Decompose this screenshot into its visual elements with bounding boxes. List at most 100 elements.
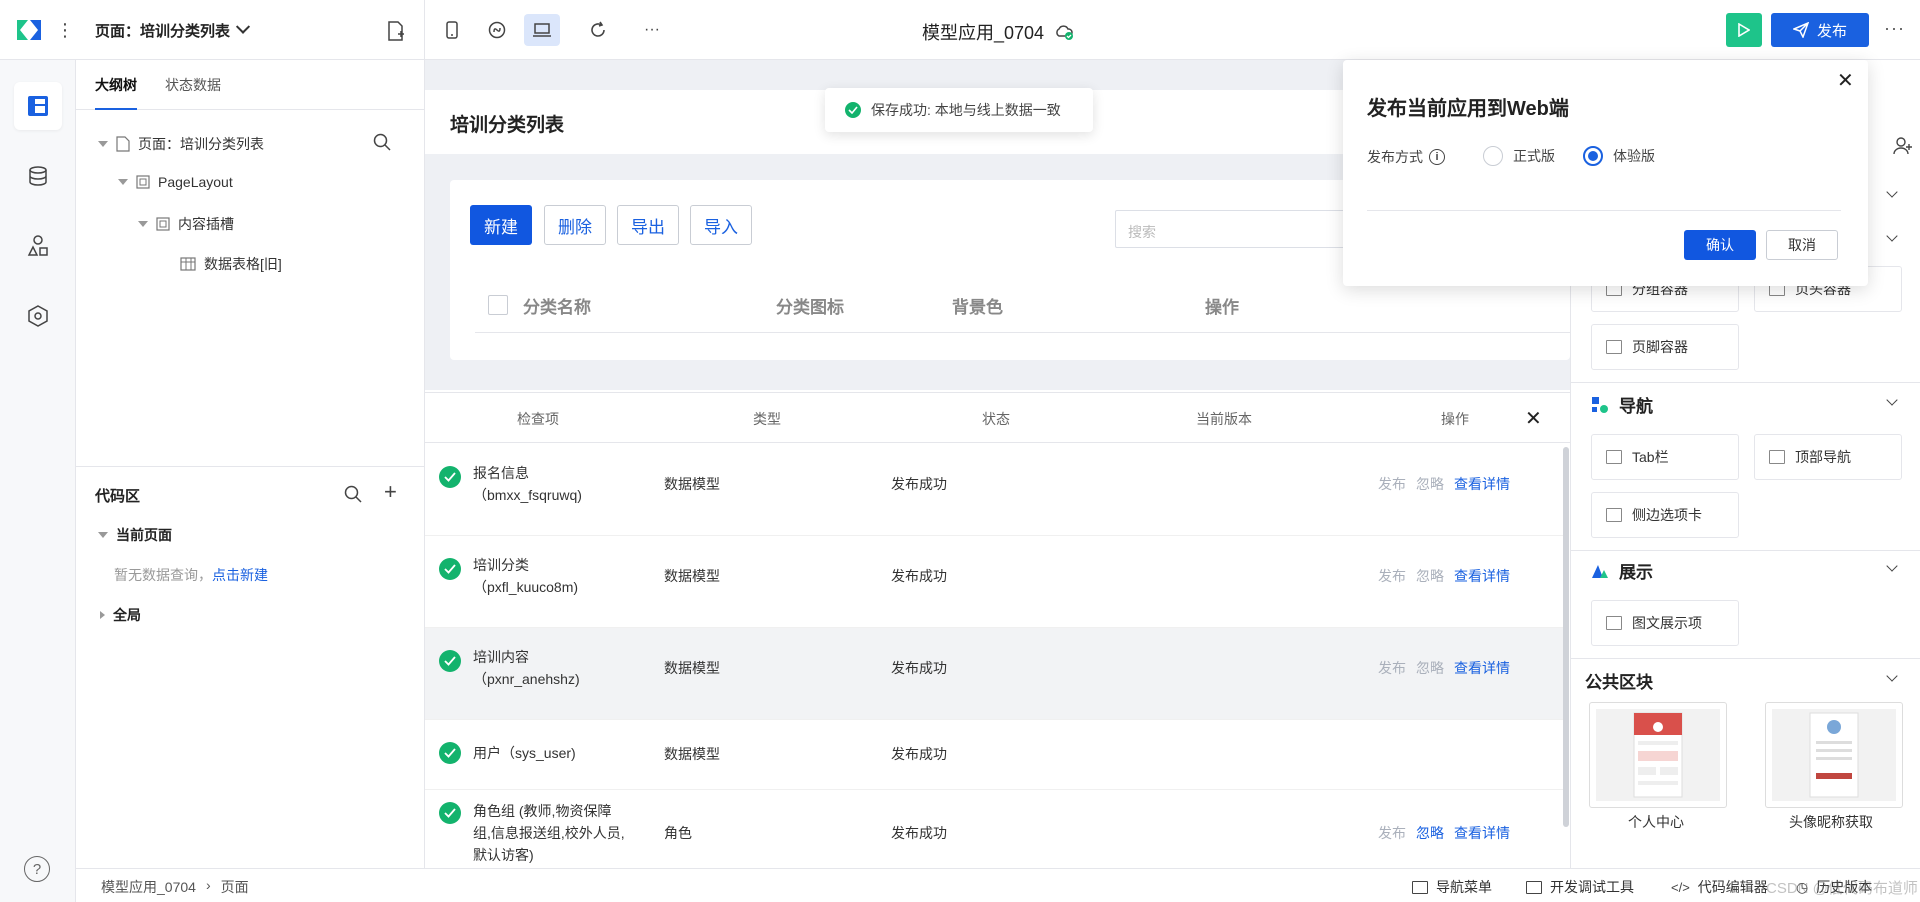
miniprogram-view-button[interactable]	[479, 14, 515, 46]
component-side-tabs[interactable]: 侧边选项卡	[1591, 492, 1739, 538]
tab-outline-tree[interactable]: 大纲树	[95, 60, 137, 110]
global-group[interactable]: 全局	[100, 605, 141, 625]
desktop-icon	[533, 23, 551, 37]
view-details-link[interactable]: 查看详情	[1454, 566, 1510, 586]
component-image-text-item[interactable]: 图文展示项	[1591, 600, 1739, 646]
ignore-action[interactable]: 忽略	[1416, 823, 1444, 843]
close-icon[interactable]: ✕	[1525, 406, 1542, 431]
create-query-link[interactable]: 点击新建	[212, 567, 268, 583]
current-page-group[interactable]: 当前页面	[98, 525, 172, 545]
import-button[interactable]: 导入	[690, 205, 752, 245]
publish-label: 发布	[1816, 22, 1847, 40]
tree-node-page[interactable]: 页面：培训分类列表	[98, 134, 264, 154]
view-details-link[interactable]: 查看详情	[1454, 823, 1510, 843]
export-button[interactable]: 导出	[617, 205, 679, 245]
block-avatar-nickname[interactable]	[1765, 702, 1903, 808]
user-group-icon[interactable]	[1893, 136, 1913, 156]
create-button[interactable]: 新建	[470, 205, 532, 245]
navigation-icon	[1592, 396, 1608, 413]
publish-action[interactable]: 发布	[1378, 566, 1406, 586]
search-icon[interactable]	[344, 485, 362, 503]
component-tab-bar[interactable]: Tab栏	[1591, 434, 1739, 480]
refresh-button[interactable]	[580, 14, 616, 46]
dialog-title: 发布当前应用到Web端	[1367, 98, 1569, 120]
chevron-down-icon[interactable]	[1886, 670, 1898, 682]
image-text-icon	[1606, 616, 1622, 630]
ignore-action[interactable]: 忽略	[1416, 566, 1444, 586]
ignore-action[interactable]: 忽略	[1416, 474, 1444, 494]
mobile-view-button[interactable]	[434, 14, 470, 46]
outline-nav-button[interactable]	[14, 82, 62, 130]
app-menu-icon[interactable]: ⋮	[56, 18, 74, 42]
chevron-down-icon[interactable]	[1886, 560, 1898, 572]
tree-node-pagelayout[interactable]: PageLayout	[118, 174, 233, 190]
radio-release[interactable]: 正式版	[1483, 146, 1555, 166]
breadcrumb-app[interactable]: 模型应用_0704	[101, 877, 196, 897]
publish-check-panel: 检查项 类型 状态 当前版本 操作 ✕ 报名信息 （bmxx_fsqruwq) …	[425, 392, 1570, 868]
divider	[424, 0, 425, 60]
row-actions: 发布 忽略 查看详情	[1378, 474, 1510, 494]
chevron-down-icon[interactable]	[1886, 394, 1898, 406]
publish-action[interactable]: 发布	[1378, 474, 1406, 494]
tree-node-label: 页面：培训分类列表	[138, 136, 264, 152]
page-selector[interactable]: 页面：培训分类列表	[95, 19, 251, 41]
add-icon[interactable]: +	[384, 479, 397, 505]
more-icon[interactable]: ···	[634, 14, 670, 46]
cancel-button[interactable]: 取消	[1766, 230, 1838, 260]
check-item-status: 发布成功	[891, 660, 947, 676]
run-button[interactable]	[1726, 13, 1762, 47]
container-icon	[136, 175, 150, 189]
publish-button[interactable]: 发布	[1771, 13, 1869, 47]
outline-tabs: 大纲树 状态数据	[76, 60, 424, 110]
view-details-link[interactable]: 查看详情	[1454, 474, 1510, 494]
publish-action[interactable]: 发布	[1378, 658, 1406, 678]
info-icon[interactable]: i	[1429, 149, 1445, 165]
radio-trial[interactable]: 体验版	[1583, 146, 1655, 166]
ignore-action[interactable]: 忽略	[1416, 658, 1444, 678]
publish-action[interactable]: 发布	[1378, 823, 1406, 843]
database-nav-button[interactable]	[14, 152, 62, 200]
scrollbar[interactable]	[1563, 447, 1569, 827]
help-icon[interactable]: ?	[24, 856, 50, 882]
desktop-view-button[interactable]	[524, 14, 560, 46]
caret-down-icon	[98, 532, 108, 538]
check-item-name: 角色组 (教师,物资保障 组,信息报送组,校外人员, 默认访客)	[473, 803, 625, 863]
miniprogram-icon	[488, 21, 506, 39]
chevron-down-icon[interactable]	[1886, 230, 1898, 242]
component-footer-container[interactable]: 页脚容器	[1591, 324, 1739, 370]
more-options-icon[interactable]: ···	[1884, 18, 1905, 39]
code-editor-button[interactable]: </> 代码编辑器	[1671, 877, 1768, 897]
radio-button-selected[interactable]	[1583, 146, 1603, 166]
column-header: 状态	[982, 411, 1010, 427]
close-icon[interactable]: ✕	[1837, 68, 1854, 93]
publish-method-label: 发布方式 i	[1367, 147, 1445, 167]
tree-node-content-slot[interactable]: 内容插槽	[138, 214, 234, 234]
check-item-name: 用户（sys_user)	[473, 745, 576, 761]
tree-node-data-table[interactable]: 数据表格[旧]	[180, 254, 282, 274]
mobile-icon	[446, 21, 458, 39]
column-header: 操作	[1441, 411, 1469, 427]
dev-tools-button[interactable]: 开发调试工具	[1526, 877, 1634, 897]
block-preview-image	[1772, 709, 1896, 801]
breadcrumb-page[interactable]: 页面	[221, 877, 249, 897]
nav-menu-button[interactable]: 导航菜单	[1412, 877, 1492, 897]
radio-button[interactable]	[1483, 146, 1503, 166]
add-page-icon[interactable]	[386, 20, 406, 42]
check-item-type: 角色	[664, 825, 692, 841]
delete-button[interactable]: 删除	[544, 205, 606, 245]
block-personal-center[interactable]	[1589, 702, 1727, 808]
view-details-link[interactable]: 查看详情	[1454, 658, 1510, 678]
public-blocks-title: 公共区块	[1585, 673, 1653, 692]
components-nav-button[interactable]	[14, 222, 62, 270]
app-logo[interactable]	[14, 16, 44, 44]
current-page-label: 当前页面	[116, 527, 172, 543]
tab-state-data[interactable]: 状态数据	[165, 60, 221, 109]
select-all-checkbox[interactable]	[488, 295, 508, 315]
component-top-nav[interactable]: 顶部导航	[1754, 434, 1902, 480]
settings-nav-button[interactable]	[14, 292, 62, 340]
confirm-button[interactable]: 确认	[1684, 230, 1756, 260]
chevron-down-icon[interactable]	[1886, 186, 1898, 198]
caret-right-icon	[100, 611, 105, 619]
search-icon[interactable]	[373, 133, 391, 151]
empty-query-text: 暂无数据查询，点击新建	[114, 565, 268, 585]
